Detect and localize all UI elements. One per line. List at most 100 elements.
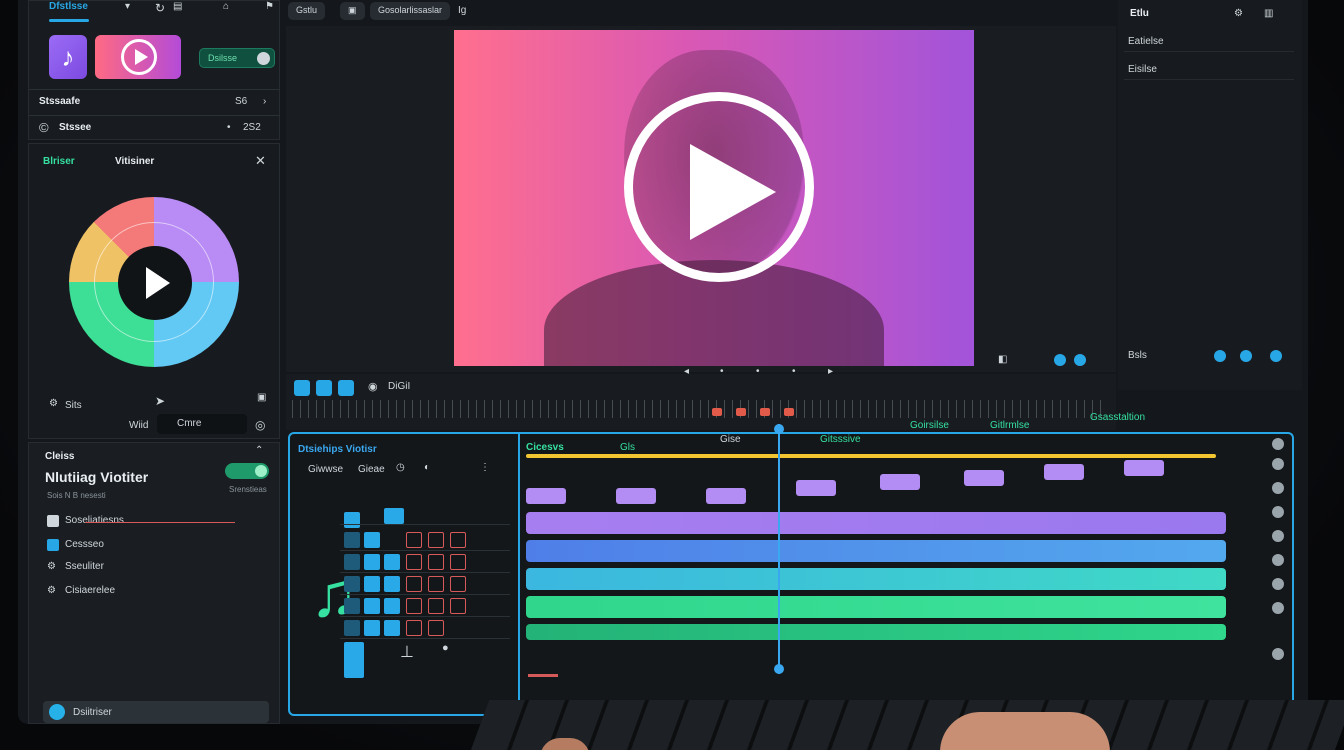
import-button[interactable]: Dsilsse	[199, 48, 275, 68]
play-pause-icon[interactable]	[294, 380, 310, 396]
layers-icon[interactable]: ▣	[340, 2, 365, 20]
play-icon[interactable]	[690, 144, 776, 240]
loop-icon[interactable]	[338, 380, 354, 396]
mute-cell[interactable]	[406, 554, 422, 570]
pin-icon[interactable]: ⊥	[400, 642, 414, 662]
clip[interactable]	[526, 488, 566, 504]
save-icon[interactable]: ▣	[257, 392, 266, 403]
track-cell[interactable]	[344, 576, 360, 592]
audio-track-4[interactable]	[526, 624, 1226, 640]
rec-cell[interactable]	[450, 598, 466, 614]
time-ruler[interactable]	[292, 400, 1102, 418]
side-control-dot[interactable]	[1272, 530, 1284, 542]
timer-icon[interactable]: ◐	[424, 462, 430, 473]
toggle-icon[interactable]	[1240, 350, 1252, 362]
side-control-dot[interactable]	[1272, 506, 1284, 518]
clip[interactable]	[1124, 460, 1164, 476]
settings-icon[interactable]	[1074, 354, 1086, 366]
grid-icon[interactable]: ▤	[173, 1, 182, 12]
clip[interactable]	[706, 488, 746, 504]
search-icon[interactable]: ◎	[255, 418, 265, 432]
clock-icon[interactable]: ◷	[396, 462, 405, 473]
flag-icon[interactable]: ⚑	[265, 1, 274, 12]
dot-icon[interactable]: ●	[442, 642, 449, 654]
stop-icon[interactable]	[316, 380, 332, 396]
rec-cell[interactable]	[450, 576, 466, 592]
clip[interactable]	[964, 470, 1004, 486]
clip[interactable]	[1044, 464, 1084, 480]
track-cell[interactable]	[364, 620, 380, 636]
audio-track-1[interactable]	[526, 540, 1226, 562]
audio-track-3[interactable]	[526, 596, 1226, 618]
side-control-dot[interactable]	[1272, 648, 1284, 660]
mute-cell[interactable]	[406, 620, 422, 636]
mute-cell[interactable]	[406, 598, 422, 614]
timeline-sub1[interactable]: Giwwse	[308, 464, 343, 475]
track-cell[interactable]	[344, 642, 364, 678]
minimize-icon[interactable]: ⌃	[255, 445, 263, 456]
close-icon[interactable]: ✕	[255, 153, 266, 169]
track-cell[interactable]	[364, 532, 380, 548]
clip[interactable]	[796, 480, 836, 496]
more-icon[interactable]: ⚙	[1234, 8, 1243, 19]
marker[interactable]	[784, 408, 794, 416]
clip[interactable]	[616, 488, 656, 504]
solo-cell[interactable]	[428, 576, 444, 592]
playhead[interactable]	[774, 424, 784, 674]
pin-icon[interactable]: ⌂	[223, 1, 229, 12]
inspector-row[interactable]: Eatielse	[1124, 32, 1294, 52]
side-control-dot[interactable]	[1272, 458, 1284, 470]
record-icon[interactable]: ◉	[368, 380, 378, 393]
wheel-play-button[interactable]	[118, 246, 192, 320]
grid-icon[interactable]: ▥	[1264, 8, 1273, 19]
track-cell[interactable]	[384, 508, 404, 524]
track-cell[interactable]	[384, 554, 400, 570]
solo-cell[interactable]	[428, 532, 444, 548]
inspector-tab[interactable]: Etlu	[1130, 8, 1149, 19]
audio-track-2[interactable]	[526, 568, 1226, 590]
c-icon[interactable]: ↻	[155, 1, 165, 15]
marker[interactable]	[760, 408, 770, 416]
settings-icon[interactable]: ⚙	[49, 398, 58, 409]
mute-cell[interactable]	[406, 576, 422, 592]
rec-cell[interactable]	[450, 554, 466, 570]
solo-cell[interactable]	[428, 598, 444, 614]
cursor-icon[interactable]: ➤	[155, 394, 165, 408]
inspector-row[interactable]: Eisilse	[1124, 60, 1294, 80]
chevron-right-icon[interactable]: ›	[263, 96, 266, 107]
volume-icon[interactable]: ◧	[998, 354, 1007, 365]
toggle-icon[interactable]	[1270, 350, 1282, 362]
video-preview[interactable]	[454, 30, 974, 366]
track-cell[interactable]	[384, 598, 400, 614]
marker[interactable]	[736, 408, 746, 416]
track-cell[interactable]	[364, 598, 380, 614]
toolbar-extra[interactable]: Ig	[458, 5, 466, 16]
track-cell[interactable]	[344, 598, 360, 614]
side-control-dot[interactable]	[1272, 578, 1284, 590]
track-cell[interactable]	[344, 620, 360, 636]
dropdown-icon[interactable]: ▾	[125, 1, 130, 12]
video-track[interactable]	[526, 512, 1226, 534]
timeline-sub2[interactable]: Gieae	[358, 464, 385, 475]
mute-cell[interactable]	[406, 532, 422, 548]
audio-envelope[interactable]	[526, 454, 1216, 458]
track-cell[interactable]	[364, 554, 380, 570]
media-tab[interactable]: Dfstlsse	[49, 1, 88, 12]
toolbar-button-1[interactable]: Gstlu	[288, 2, 326, 20]
visualizer-input[interactable]: Cmre	[157, 414, 247, 434]
track-cell[interactable]	[384, 576, 400, 592]
visualizer-toggle[interactable]	[225, 463, 269, 479]
track-cell[interactable]	[344, 512, 360, 528]
more-icon[interactable]: ⋮	[480, 462, 490, 473]
track-cell[interactable]	[344, 532, 360, 548]
toolbar-button-2[interactable]: Gosolarlissaslar	[370, 2, 451, 20]
side-control-dot[interactable]	[1272, 602, 1284, 614]
track-cell[interactable]	[344, 554, 360, 570]
track-cell[interactable]	[364, 576, 380, 592]
video-thumbnail[interactable]	[95, 35, 181, 79]
toggle-icon[interactable]	[1214, 350, 1226, 362]
solo-cell[interactable]	[428, 554, 444, 570]
clip[interactable]	[880, 474, 920, 490]
track-cell[interactable]	[384, 620, 400, 636]
side-control-dot[interactable]	[1272, 438, 1284, 450]
